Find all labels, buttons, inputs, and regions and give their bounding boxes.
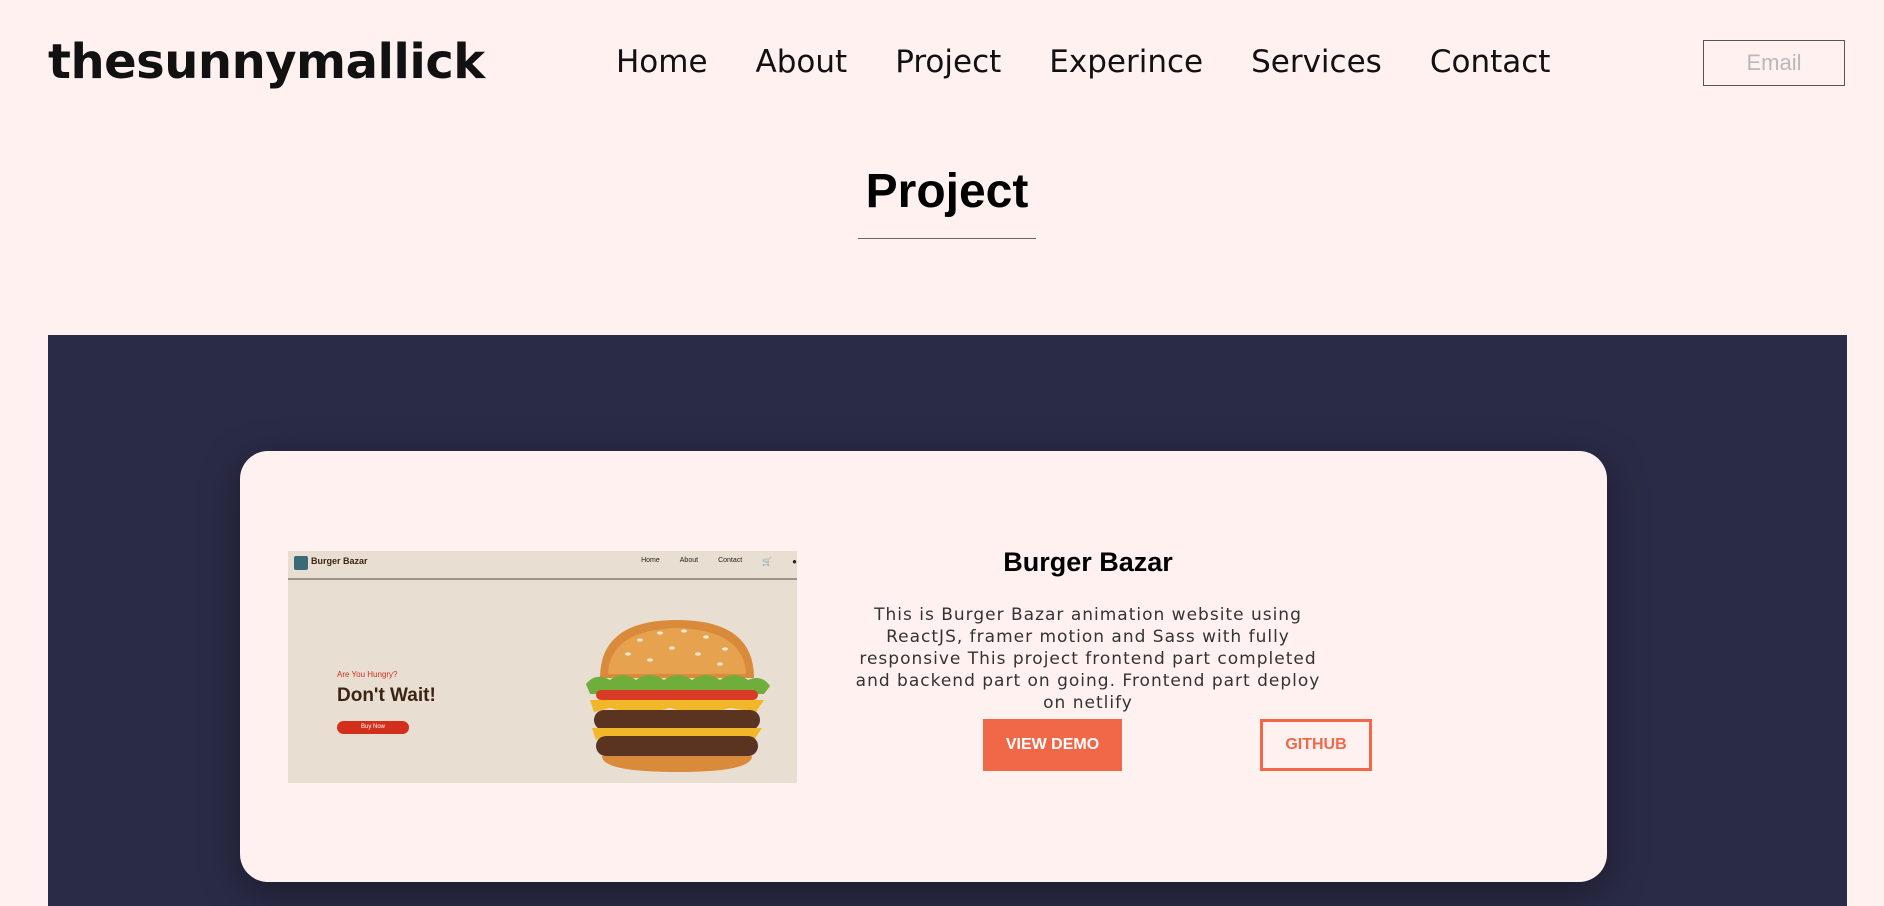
view-demo-button[interactable]: VIEW DEMO — [983, 719, 1122, 771]
preview-cta: Buy Now — [337, 721, 409, 734]
nav-project[interactable]: Project — [895, 44, 1001, 80]
section-title: Project — [865, 165, 1029, 218]
nav-contact[interactable]: Contact — [1430, 44, 1551, 80]
preview-brand: Burger Bazar — [311, 556, 368, 566]
preview-link-about: About — [679, 557, 699, 564]
project-card: Burger Bazar Home About Contact 🛒 ● Are … — [240, 451, 1607, 882]
title-underline — [858, 238, 1036, 239]
site-brand[interactable]: thesunnymallick — [48, 34, 485, 90]
preview-headline: Don't Wait! — [337, 685, 436, 706]
nav-about[interactable]: About — [756, 44, 848, 80]
preview-link-home: Home — [641, 557, 660, 564]
user-icon: ● — [792, 557, 797, 566]
cart-icon: 🛒 — [762, 557, 773, 566]
nav-services[interactable]: Services — [1251, 44, 1382, 80]
site-header: thesunnymallick Home About Project Exper… — [0, 0, 1884, 130]
burger-image — [586, 620, 770, 772]
nav-home[interactable]: Home — [616, 44, 708, 80]
preview-logo-icon — [294, 556, 308, 570]
preview-navbar: Burger Bazar Home About Contact 🛒 ● — [288, 551, 797, 580]
email-button[interactable]: Email — [1703, 40, 1845, 86]
project-description: This is Burger Bazar animation website u… — [855, 605, 1321, 713]
preview-tagline: Are You Hungry? — [337, 670, 398, 679]
preview-links: Home About Contact 🛒 ● — [641, 557, 797, 566]
main-nav: Home About Project Experince Services Co… — [616, 44, 1550, 80]
github-button[interactable]: GITHUB — [1260, 719, 1372, 771]
nav-experince[interactable]: Experince — [1049, 44, 1203, 80]
project-preview-image[interactable]: Burger Bazar Home About Contact 🛒 ● Are … — [288, 551, 797, 783]
preview-link-contact: Contact — [718, 557, 743, 564]
project-title: Burger Bazar — [1003, 547, 1173, 577]
